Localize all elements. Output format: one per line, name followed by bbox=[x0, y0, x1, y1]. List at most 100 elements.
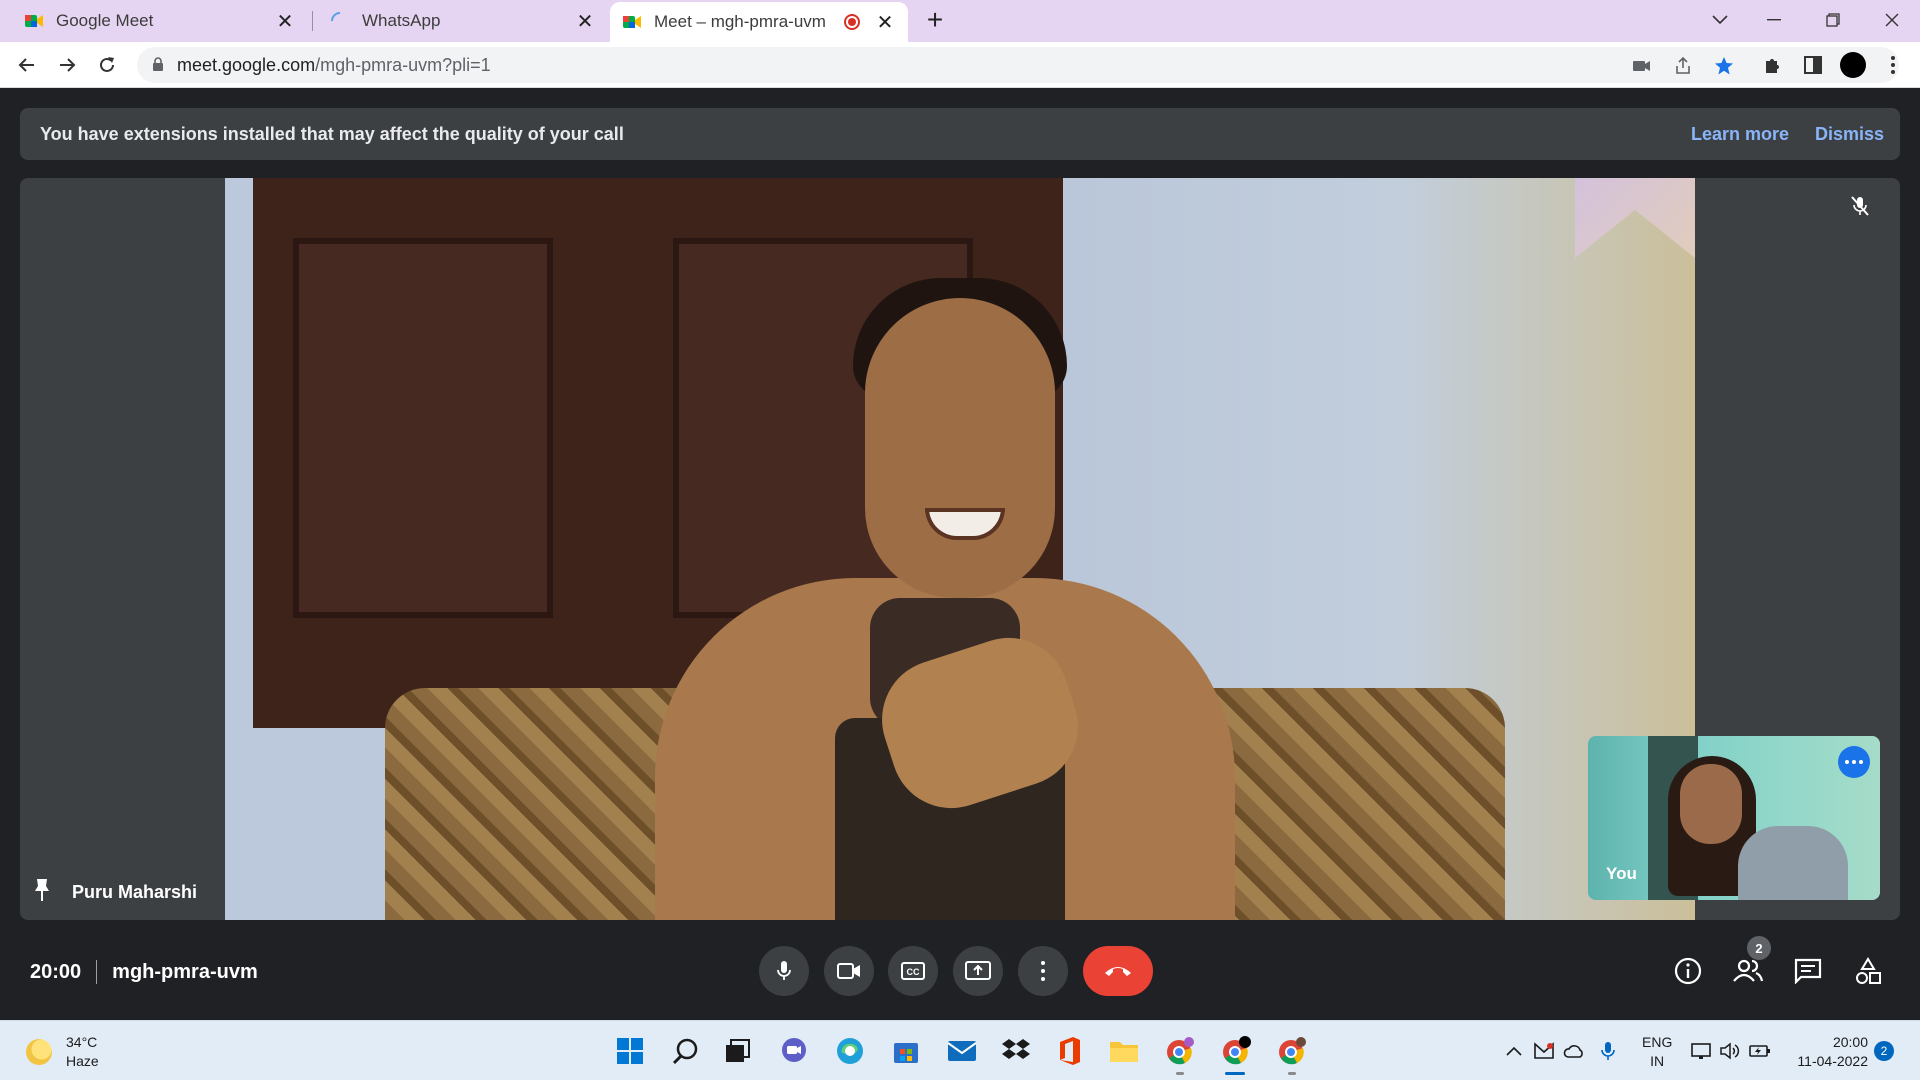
start-menu-icon[interactable] bbox=[614, 1035, 646, 1067]
google-meet-icon bbox=[622, 12, 642, 32]
office-icon[interactable] bbox=[1054, 1035, 1086, 1067]
tab-google-meet[interactable]: Google Meet ✕ bbox=[12, 0, 308, 42]
browser-menu-icon[interactable] bbox=[1880, 52, 1906, 78]
learn-more-link[interactable]: Learn more bbox=[1691, 124, 1789, 145]
captions-button[interactable]: CC bbox=[888, 946, 938, 996]
browser-toolbar: meet.google.com/mgh-pmra-uvm?pli=1 bbox=[0, 42, 1920, 88]
weather-temperature: 34°C bbox=[66, 1034, 98, 1050]
address-bar[interactable]: meet.google.com/mgh-pmra-uvm?pli=1 bbox=[137, 47, 1899, 83]
camera-button[interactable] bbox=[824, 946, 874, 996]
recording-icon bbox=[844, 14, 860, 30]
microphone-in-use-icon[interactable] bbox=[1596, 1039, 1620, 1063]
new-tab-button[interactable]: + bbox=[920, 6, 950, 36]
volume-icon[interactable] bbox=[1718, 1039, 1742, 1063]
meeting-code: mgh-pmra-uvm bbox=[112, 960, 258, 983]
more-vert-icon bbox=[1041, 961, 1045, 981]
tab-title: Meet – mgh-pmra-uvm bbox=[654, 12, 826, 31]
microsoft-store-icon[interactable] bbox=[890, 1035, 922, 1067]
loading-spinner-icon bbox=[330, 11, 350, 31]
input-language[interactable]: ENG IN bbox=[1642, 1033, 1672, 1071]
clock-date: 11-04-2022 bbox=[1797, 1053, 1868, 1069]
clock-time: 20:00 bbox=[1832, 1034, 1868, 1050]
chrome-profile-2-icon[interactable] bbox=[1276, 1035, 1308, 1067]
chrome-active-icon[interactable] bbox=[1220, 1035, 1252, 1067]
self-view-tile[interactable]: You bbox=[1588, 736, 1880, 900]
camera-in-use-icon[interactable] bbox=[1631, 55, 1653, 77]
video-camera-icon bbox=[837, 963, 860, 979]
task-view-icon[interactable] bbox=[722, 1035, 754, 1067]
antivirus-icon[interactable] bbox=[1532, 1039, 1556, 1063]
close-window-icon[interactable] bbox=[1872, 4, 1912, 36]
dismiss-button[interactable]: Dismiss bbox=[1815, 124, 1884, 145]
system-clock[interactable]: 20:00 11-04-2022 bbox=[1790, 1033, 1868, 1071]
mail-icon[interactable] bbox=[946, 1035, 978, 1067]
video-stage: Puru Maharshi You bbox=[20, 178, 1900, 920]
participant-name-tag: Puru Maharshi bbox=[34, 878, 197, 907]
close-tab-icon[interactable]: ✕ bbox=[274, 10, 296, 33]
restore-icon[interactable] bbox=[1813, 4, 1853, 36]
battery-charging-icon[interactable] bbox=[1748, 1039, 1772, 1063]
minimize-icon[interactable] bbox=[1754, 4, 1794, 36]
tab-search-icon[interactable] bbox=[1700, 4, 1740, 36]
tab-title: WhatsApp bbox=[362, 11, 441, 30]
network-icon[interactable] bbox=[1690, 1039, 1714, 1063]
share-icon[interactable] bbox=[1672, 55, 1694, 77]
teams-chat-icon[interactable] bbox=[778, 1035, 810, 1067]
notification-count-badge[interactable]: 2 bbox=[1874, 1041, 1894, 1061]
language-code: ENG bbox=[1642, 1034, 1673, 1050]
onedrive-icon[interactable] bbox=[1562, 1039, 1586, 1063]
meeting-details: 20:00 mgh-pmra-uvm bbox=[30, 960, 258, 984]
back-icon[interactable] bbox=[12, 50, 42, 80]
more-options-button[interactable] bbox=[1018, 946, 1068, 996]
tab-separator bbox=[312, 11, 313, 31]
chrome-profile-icon[interactable] bbox=[1164, 1035, 1196, 1067]
extensions-warning-banner: You have extensions installed that may a… bbox=[20, 108, 1900, 160]
banner-message: You have extensions installed that may a… bbox=[40, 124, 624, 144]
lock-icon[interactable] bbox=[152, 57, 164, 77]
meet-control-bar: 20:00 mgh-pmra-uvm CC 2 bbox=[0, 930, 1920, 1020]
browser-tab-strip: Google Meet ✕ WhatsApp ✕ Meet – mgh-pmra… bbox=[0, 0, 1920, 42]
present-screen-icon bbox=[965, 961, 991, 980]
activities-icon[interactable] bbox=[1851, 954, 1885, 988]
leave-call-button[interactable] bbox=[1083, 946, 1153, 996]
self-view-more-options-icon[interactable] bbox=[1838, 746, 1870, 778]
self-view-label: You bbox=[1606, 864, 1637, 883]
closed-captions-icon: CC bbox=[901, 962, 925, 980]
url-path: /mgh-pmra-uvm?pli=1 bbox=[315, 55, 491, 75]
microphone-button[interactable] bbox=[759, 946, 809, 996]
search-icon[interactable] bbox=[670, 1035, 702, 1067]
google-meet-icon bbox=[24, 11, 44, 31]
participant-muted-icon bbox=[1846, 192, 1874, 220]
present-screen-button[interactable] bbox=[953, 946, 1003, 996]
windows-taskbar: 34°C Haze ENG IN 20:00 11-04-2022 2 bbox=[0, 1020, 1920, 1080]
bookmark-star-icon[interactable] bbox=[1713, 55, 1735, 77]
close-tab-icon[interactable]: ✕ bbox=[874, 11, 896, 34]
url-text: meet.google.com/mgh-pmra-uvm?pli=1 bbox=[177, 55, 491, 76]
edge-browser-icon[interactable] bbox=[834, 1035, 866, 1067]
forward-icon[interactable] bbox=[52, 50, 82, 80]
meeting-time: 20:00 bbox=[30, 960, 82, 983]
weather-widget[interactable]: 34°C Haze bbox=[26, 1033, 99, 1071]
participant-name: Puru Maharshi bbox=[72, 882, 198, 902]
tab-whatsapp[interactable]: WhatsApp ✕ bbox=[318, 0, 608, 42]
people-icon[interactable] bbox=[1731, 954, 1765, 988]
show-hidden-icons-icon[interactable] bbox=[1502, 1039, 1526, 1063]
dropbox-icon[interactable] bbox=[1000, 1035, 1032, 1067]
end-call-icon bbox=[1105, 967, 1131, 976]
extensions-icon[interactable] bbox=[1760, 52, 1786, 78]
file-explorer-icon[interactable] bbox=[1108, 1035, 1140, 1067]
microphone-icon bbox=[777, 961, 791, 980]
tab-meet-active[interactable]: Meet – mgh-pmra-uvm ✕ bbox=[610, 2, 908, 42]
pin-icon[interactable] bbox=[34, 878, 50, 907]
divider bbox=[96, 960, 98, 984]
side-panel-icon[interactable] bbox=[1800, 52, 1826, 78]
chat-icon[interactable] bbox=[1791, 954, 1825, 988]
profile-avatar[interactable] bbox=[1840, 52, 1866, 78]
meeting-details-icon[interactable] bbox=[1671, 954, 1705, 988]
reload-icon[interactable] bbox=[92, 50, 122, 80]
language-region: IN bbox=[1650, 1053, 1665, 1069]
close-tab-icon[interactable]: ✕ bbox=[574, 10, 596, 33]
url-host: meet.google.com bbox=[177, 55, 316, 75]
main-participant-video[interactable] bbox=[225, 178, 1695, 920]
weather-description: Haze bbox=[66, 1053, 99, 1069]
